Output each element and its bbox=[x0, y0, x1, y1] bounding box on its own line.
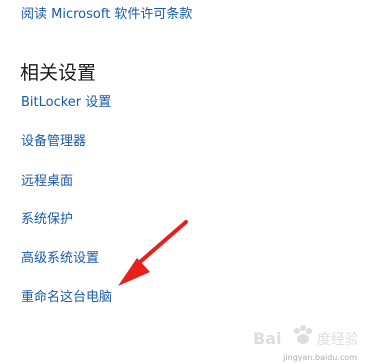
arrow-shaft bbox=[131, 220, 188, 270]
bitlocker-link[interactable]: BitLocker 设置 bbox=[21, 95, 111, 111]
baidu-watermark-logo: Bai 度经验 bbox=[253, 325, 357, 348]
device-manager-link[interactable]: 设备管理器 bbox=[21, 134, 86, 150]
svg-text:Bai: Bai bbox=[253, 329, 281, 348]
license-link[interactable]: 阅读 Microsoft 软件许可条款 bbox=[21, 7, 192, 23]
arrow-head bbox=[118, 258, 150, 286]
advanced-settings-link[interactable]: 高级系统设置 bbox=[21, 251, 99, 267]
system-protection-link[interactable]: 系统保护 bbox=[21, 212, 73, 228]
remote-desktop-link[interactable]: 远程桌面 bbox=[21, 174, 73, 190]
rename-pc-link[interactable]: 重命名这台电脑 bbox=[21, 290, 112, 306]
svg-text:度经验: 度经验 bbox=[317, 332, 357, 348]
section-title: 相关设置 bbox=[20, 62, 97, 84]
watermark-url: jingyan.baidu.com bbox=[283, 353, 357, 362]
